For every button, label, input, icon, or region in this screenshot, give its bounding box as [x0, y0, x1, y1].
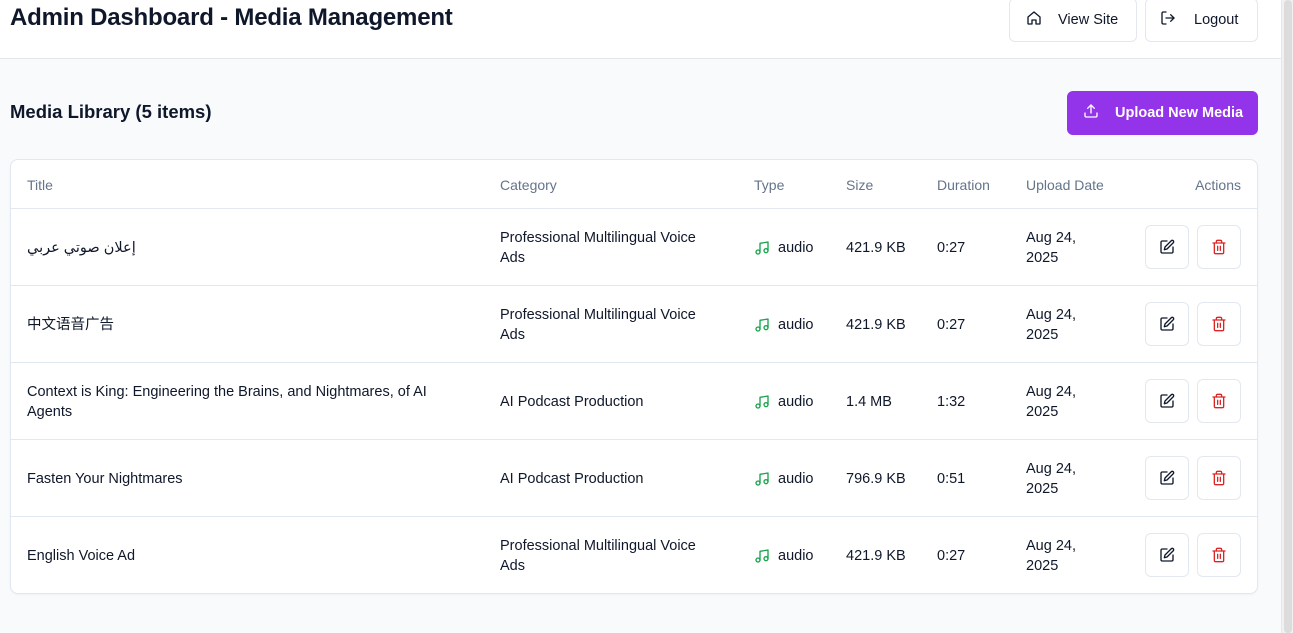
media-upload-date: Aug 24, 2025 — [1026, 306, 1076, 343]
media-type: audio — [754, 440, 834, 517]
column-header-upload-date: Upload Date — [1026, 177, 1104, 193]
media-upload-date: Aug 24, 2025 — [1026, 537, 1076, 574]
media-duration: 0:51 — [937, 470, 966, 487]
media-duration: 0:27 — [937, 239, 966, 256]
media-category: Professional Multilingual Voice Ads — [500, 306, 696, 343]
media-size: 796.9 KB — [846, 470, 906, 487]
delete-button[interactable] — [1197, 533, 1241, 577]
media-type: audio — [754, 209, 834, 286]
media-category: AI Podcast Production — [500, 393, 644, 410]
table-row: 中文语音广告 Professional Multilingual Voice Ad… — [11, 286, 1257, 363]
edit-button[interactable] — [1145, 225, 1189, 269]
media-type: audio — [754, 286, 834, 363]
logout-icon — [1160, 10, 1176, 30]
page: Admin Dashboard - Media Management View … — [0, 0, 1281, 633]
media-title: إعلان صوتي عربي — [27, 239, 136, 256]
music-note-icon — [754, 317, 778, 333]
page-title: Admin Dashboard - Media Management — [10, 4, 453, 31]
logout-button[interactable]: Logout — [1145, 0, 1258, 42]
column-header-title: Title — [27, 177, 53, 193]
table-row: Context is King: Engineering the Brains,… — [11, 363, 1257, 440]
media-upload-date: Aug 24, 2025 — [1026, 383, 1076, 420]
music-note-icon — [754, 240, 778, 256]
media-size: 421.9 KB — [846, 547, 906, 564]
logout-label: Logout — [1194, 12, 1239, 28]
music-note-icon — [754, 394, 778, 410]
media-table: Title Category Type Size Duration Upload… — [10, 159, 1258, 594]
edit-icon — [1159, 547, 1175, 563]
trash-icon — [1211, 470, 1227, 486]
media-size: 421.9 KB — [846, 316, 906, 333]
media-duration: 0:27 — [937, 547, 966, 564]
media-title: Fasten Your Nightmares — [27, 470, 183, 487]
view-site-label: View Site — [1058, 12, 1119, 28]
scrollbar-thumb[interactable] — [1284, 0, 1292, 633]
media-duration: 1:32 — [937, 393, 966, 410]
media-title: English Voice Ad — [27, 547, 136, 564]
media-upload-date: Aug 24, 2025 — [1026, 229, 1076, 266]
edit-button[interactable] — [1145, 302, 1189, 346]
edit-icon — [1159, 470, 1175, 486]
media-size: 421.9 KB — [846, 239, 906, 256]
column-header-actions: Actions — [1195, 177, 1241, 193]
trash-icon — [1211, 393, 1227, 409]
delete-button[interactable] — [1197, 379, 1241, 423]
media-upload-date: Aug 24, 2025 — [1026, 460, 1076, 497]
view-site-button[interactable]: View Site — [1009, 0, 1137, 42]
delete-button[interactable] — [1197, 456, 1241, 500]
media-duration: 0:27 — [937, 316, 966, 333]
edit-icon — [1159, 393, 1175, 409]
home-icon — [1026, 10, 1042, 30]
column-header-duration: Duration — [937, 177, 990, 193]
media-category: AI Podcast Production — [500, 470, 644, 487]
table-row: English Voice Ad Professional Multilingua… — [11, 517, 1257, 593]
edit-button[interactable] — [1145, 456, 1189, 500]
column-header-category: Category — [500, 177, 557, 193]
music-note-icon — [754, 548, 778, 564]
edit-icon — [1159, 239, 1175, 255]
column-header-size: Size — [846, 177, 874, 193]
column-header-type: Type — [754, 177, 785, 193]
delete-button[interactable] — [1197, 302, 1241, 346]
trash-icon — [1211, 547, 1227, 563]
media-title: Context is King: Engineering the Brains,… — [27, 383, 427, 420]
edit-icon — [1159, 316, 1175, 332]
media-category: Professional Multilingual Voice Ads — [500, 229, 696, 266]
edit-button[interactable] — [1145, 379, 1189, 423]
media-type: audio — [754, 363, 834, 440]
trash-icon — [1211, 316, 1227, 332]
upload-icon — [1083, 103, 1099, 123]
table-row: إعلان صوتي عربي Professional Multilingual… — [11, 209, 1257, 286]
top-bar: Admin Dashboard - Media Management View … — [0, 0, 1281, 59]
music-note-icon — [754, 471, 778, 487]
upload-new-media-button[interactable]: Upload New Media — [1067, 91, 1258, 135]
media-type: audio — [754, 517, 834, 593]
media-category: Professional Multilingual Voice Ads — [500, 537, 696, 574]
delete-button[interactable] — [1197, 225, 1241, 269]
trash-icon — [1211, 239, 1227, 255]
vertical-scrollbar[interactable] — [1281, 0, 1293, 633]
media-library-heading: Media Library (5 items) — [10, 101, 212, 122]
upload-label: Upload New Media — [1115, 105, 1244, 121]
table-row: Fasten Your Nightmares AI Podcast Product… — [11, 440, 1257, 517]
table-header: Title Category Type Size Duration Upload… — [11, 160, 1257, 209]
edit-button[interactable] — [1145, 533, 1189, 577]
media-size: 1.4 MB — [846, 393, 892, 410]
media-title: 中文语音广告 — [27, 316, 114, 333]
